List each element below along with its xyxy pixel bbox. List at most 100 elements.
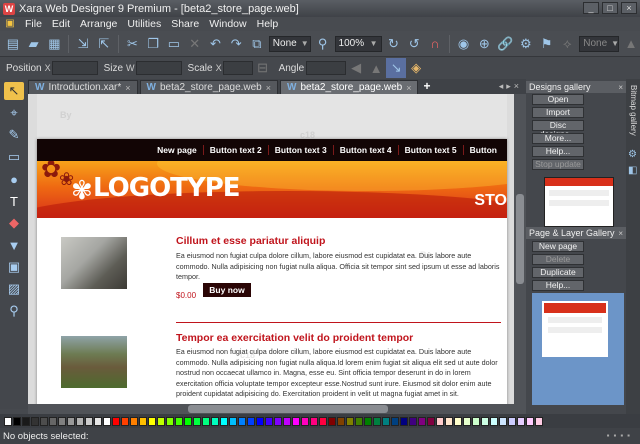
nav-button-6[interactable]: Button: [462, 145, 503, 155]
flip-v-icon[interactable]: ▲: [366, 58, 386, 78]
pen-tool-icon[interactable]: ✎: [4, 126, 24, 144]
tab-scroll-arrows[interactable]: ◂▸×: [499, 81, 522, 92]
close-button[interactable]: ×: [621, 2, 637, 14]
color-swatch[interactable]: [472, 416, 480, 426]
nav-button-4[interactable]: Button text 4: [332, 145, 398, 155]
preview-icon[interactable]: ◉: [455, 34, 473, 54]
color-swatch[interactable]: [265, 416, 273, 426]
zoom-in-icon[interactable]: ↺: [405, 34, 423, 54]
color-swatch[interactable]: [4, 416, 12, 426]
browser-preview-icon[interactable]: ⊕: [475, 34, 493, 54]
color-swatch[interactable]: [337, 416, 345, 426]
close-tab-icon[interactable]: ×: [266, 83, 271, 93]
menu-arrange[interactable]: Arrange: [75, 18, 122, 30]
zoom-dropdown[interactable]: 100% ▼: [334, 35, 382, 52]
copy-icon[interactable]: ❐: [144, 34, 162, 54]
feather-icon[interactable]: ⟡: [558, 34, 576, 54]
help-button-pages[interactable]: Help...: [532, 280, 584, 291]
save-icon[interactable]: ▦: [46, 34, 64, 54]
design-thumbnail[interactable]: [544, 177, 614, 227]
gallery-icon[interactable]: ⚙: [628, 149, 637, 160]
color-swatch[interactable]: [274, 416, 282, 426]
color-swatch[interactable]: [292, 416, 300, 426]
shape-tool-icon[interactable]: ●: [4, 170, 24, 188]
page-list-panel[interactable]: [532, 293, 624, 405]
color-swatch[interactable]: [427, 416, 435, 426]
duplicate-page-button[interactable]: Duplicate: [532, 267, 584, 278]
document-canvas[interactable]: New page Button text 2 Button text 3 But…: [28, 94, 514, 406]
feather-dropdown[interactable]: None ▼: [579, 35, 620, 52]
color-swatch[interactable]: [463, 416, 471, 426]
color-swatch[interactable]: [301, 416, 309, 426]
color-swatch[interactable]: [508, 416, 516, 426]
product-title-2[interactable]: Tempor ea exercitation velit do proident…: [176, 332, 413, 344]
color-swatch[interactable]: [328, 416, 336, 426]
color-swatch[interactable]: [148, 416, 156, 426]
scale-x-field[interactable]: [222, 61, 253, 75]
maximize-button[interactable]: □: [602, 2, 618, 14]
page-layer-gallery-header[interactable]: Page & Layer Gallery ×: [526, 227, 626, 239]
menu-utilities[interactable]: Utilities: [122, 18, 166, 30]
zoom-tool-icon[interactable]: ⚲: [4, 302, 24, 320]
color-swatch[interactable]: [247, 416, 255, 426]
color-swatch[interactable]: [40, 416, 48, 426]
color-swatch[interactable]: [526, 416, 534, 426]
color-swatch[interactable]: [481, 416, 489, 426]
color-swatch[interactable]: [58, 416, 66, 426]
publish-icon[interactable]: ⚑: [538, 34, 556, 54]
color-swatch[interactable]: [364, 416, 372, 426]
undo-icon[interactable]: ↶: [207, 34, 225, 54]
color-swatch[interactable]: [490, 416, 498, 426]
transform-icon[interactable]: ⧉: [248, 34, 266, 54]
transparency-tool-icon[interactable]: ▼: [4, 236, 24, 254]
color-swatch[interactable]: [517, 416, 525, 426]
node-tool-icon[interactable]: ⌖: [4, 104, 24, 122]
open-button[interactable]: Open: [532, 94, 584, 105]
tab-beta2-store-1[interactable]: Wbeta2_store_page.web ×: [139, 80, 279, 94]
color-swatch[interactable]: [130, 416, 138, 426]
selector-tool-icon[interactable]: ↖: [4, 82, 24, 100]
menu-edit[interactable]: Edit: [47, 18, 75, 30]
color-swatch[interactable]: [184, 416, 192, 426]
import-button[interactable]: Import: [532, 107, 584, 118]
site-logo[interactable]: LOGOTYPE: [93, 173, 241, 203]
product-desc-2[interactable]: Ea eiusmod non fugiat culpa dolore cillu…: [176, 347, 501, 400]
buy-now-button[interactable]: Buy now: [203, 283, 251, 297]
color-swatch[interactable]: [373, 416, 381, 426]
color-swatch[interactable]: [391, 416, 399, 426]
help-button-designs[interactable]: Help...: [532, 146, 584, 157]
color-swatch[interactable]: [355, 416, 363, 426]
color-swatch[interactable]: [157, 416, 165, 426]
color-swatch[interactable]: [85, 416, 93, 426]
disc-designs-button[interactable]: Disc designs...: [532, 120, 584, 139]
layers-icon[interactable]: ◧: [628, 165, 637, 176]
tab-beta2-store-2[interactable]: Wbeta2_store_page.web ×: [280, 80, 419, 94]
site-nav-bar[interactable]: New page Button text 2 Button text 3 But…: [37, 139, 507, 161]
nav-new-page[interactable]: New page: [151, 145, 203, 155]
color-swatch[interactable]: [418, 416, 426, 426]
color-swatch[interactable]: [445, 416, 453, 426]
color-swatch[interactable]: [319, 416, 327, 426]
color-swatch[interactable]: [49, 416, 57, 426]
more-button[interactable]: More...: [532, 133, 584, 144]
text-tool-icon[interactable]: T: [4, 192, 24, 210]
designs-gallery-header[interactable]: Designs gallery ×: [526, 81, 626, 93]
open-icon[interactable]: ▰: [25, 34, 43, 54]
delete-page-button[interactable]: Delete: [532, 254, 584, 265]
color-swatch[interactable]: [103, 416, 111, 426]
delete-icon[interactable]: ✕: [186, 34, 204, 54]
bitmap-gallery-tab[interactable]: Bitmap gallery: [628, 85, 638, 136]
web-properties-icon[interactable]: ⚙: [517, 34, 535, 54]
menu-help[interactable]: Help: [252, 18, 284, 30]
product-price-1[interactable]: $0.00: [176, 291, 196, 300]
export-icon[interactable]: ⇱: [95, 34, 113, 54]
doc-icon[interactable]: ▣: [3, 18, 17, 30]
page-thumbnail[interactable]: [542, 301, 608, 357]
zoom-icon[interactable]: ⚲: [314, 34, 332, 54]
product-image-house[interactable]: [61, 336, 127, 388]
redo-icon[interactable]: ↷: [227, 34, 245, 54]
width-field[interactable]: [135, 61, 182, 75]
horizontal-scrollbar[interactable]: [28, 404, 526, 414]
color-swatch[interactable]: [400, 416, 408, 426]
color-swatch[interactable]: [310, 416, 318, 426]
